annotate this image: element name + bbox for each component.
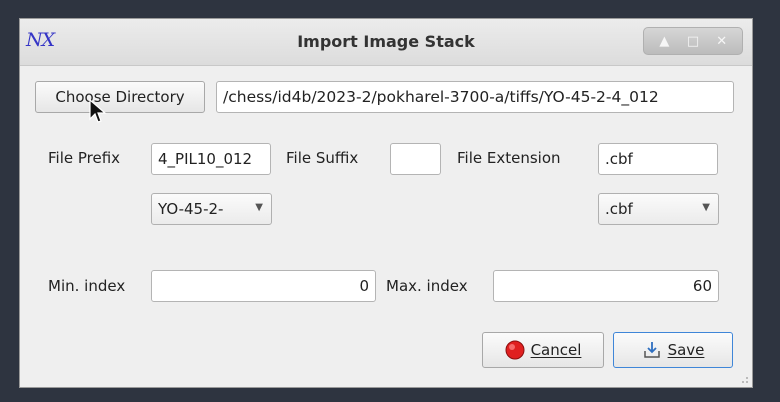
mouse-pointer-icon	[89, 99, 107, 123]
resize-grip[interactable]	[738, 373, 748, 383]
import-image-stack-dialog: NX Import Image Stack ▲ □ ✕ Choose Direc…	[19, 18, 753, 388]
max-index-label: Max. index	[386, 277, 468, 295]
cancel-label: Cancel	[530, 341, 582, 359]
chevron-down-icon: ▼	[702, 202, 710, 213]
directory-path-field[interactable]: /chess/id4b/2023-2/pokharel-3700-a/tiffs…	[216, 81, 734, 113]
file-prefix-combo-value: YO-45-2-	[158, 200, 224, 218]
file-extension-combo[interactable]: .cbf ▼	[598, 193, 719, 225]
save-button[interactable]: Save	[613, 332, 733, 368]
cancel-button[interactable]: Cancel	[482, 332, 604, 368]
save-icon	[643, 342, 660, 358]
maximize-icon[interactable]: □	[685, 35, 701, 48]
file-extension-field[interactable]: .cbf	[598, 143, 718, 175]
file-extension-label: File Extension	[457, 149, 561, 167]
max-index-field[interactable]: 60	[493, 270, 719, 302]
min-index-field[interactable]: 0	[151, 270, 376, 302]
chevron-down-icon: ▼	[255, 202, 263, 213]
choose-directory-button[interactable]: Choose Directory	[35, 81, 205, 113]
window-controls: ▲ □ ✕	[643, 27, 743, 55]
cancel-icon	[505, 340, 525, 360]
file-prefix-label: File Prefix	[48, 149, 121, 167]
file-suffix-field[interactable]	[390, 143, 441, 175]
file-extension-combo-value: .cbf	[605, 200, 633, 218]
save-label: Save	[667, 341, 705, 359]
up-arrow-icon[interactable]: ▲	[656, 35, 672, 48]
file-prefix-field[interactable]: 4_PIL10_012	[151, 143, 271, 175]
title-bar[interactable]: NX Import Image Stack ▲ □ ✕	[20, 19, 752, 66]
close-icon[interactable]: ✕	[714, 35, 730, 48]
file-prefix-combo[interactable]: YO-45-2- ▼	[151, 193, 272, 225]
min-index-label: Min. index	[48, 277, 126, 295]
file-suffix-label: File Suffix	[286, 149, 359, 167]
